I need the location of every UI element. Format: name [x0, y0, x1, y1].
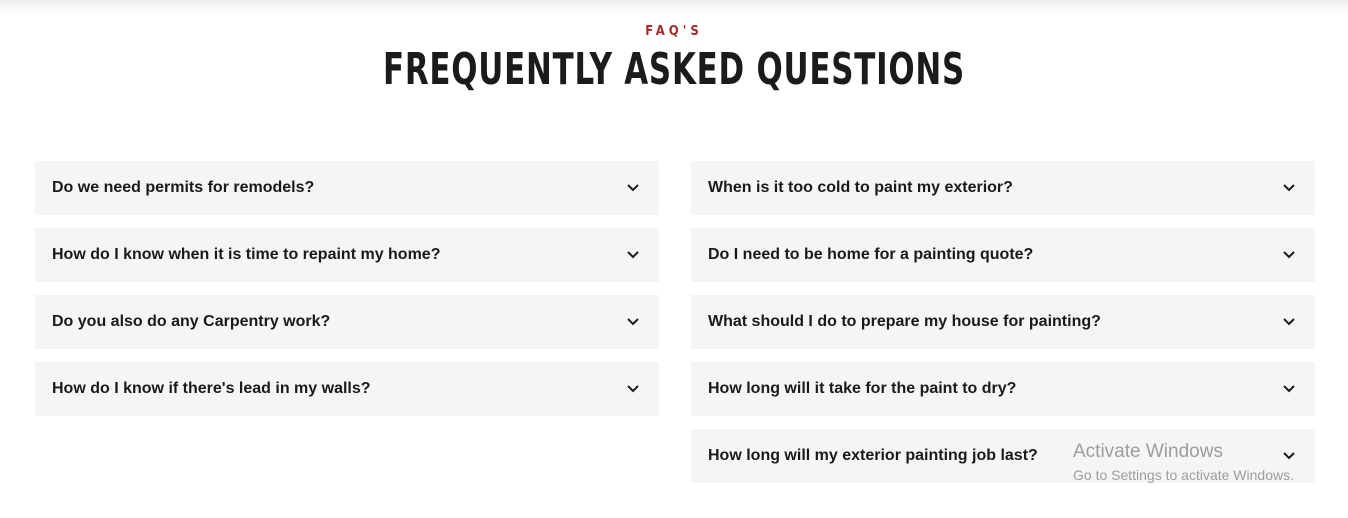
faq-question: How do I know when it is time to repaint…: [52, 246, 441, 263]
faq-item[interactable]: How long will it take for the paint to d…: [691, 362, 1315, 416]
section-title: FREQUENTLY ASKED QUESTIONS: [382, 44, 966, 95]
chevron-down-icon: [1283, 251, 1295, 259]
chevron-down-icon: [1283, 318, 1295, 326]
chevron-down-icon: [627, 184, 639, 192]
faq-question: Do I need to be home for a painting quot…: [708, 246, 1034, 263]
faq-question: How long will it take for the paint to d…: [708, 380, 1017, 397]
faq-column-left: Do we need permits for remodels? How do …: [35, 161, 659, 429]
faq-question: How long will my exterior painting job l…: [708, 447, 1038, 464]
chevron-down-icon: [627, 385, 639, 393]
faq-item[interactable]: How do I know if there's lead in my wall…: [35, 362, 659, 416]
chevron-down-icon: [627, 251, 639, 259]
chevron-down-icon: [1283, 452, 1295, 460]
section-eyebrow: FAQ'S: [645, 24, 703, 39]
faq-item[interactable]: Do you also do any Carpentry work?: [35, 295, 659, 349]
faq-question: Do you also do any Carpentry work?: [52, 313, 331, 330]
faq-item[interactable]: How long will my exterior painting job l…: [691, 429, 1315, 483]
faq-question: How do I know if there's lead in my wall…: [52, 380, 371, 397]
faq-question: What should I do to prepare my house for…: [708, 313, 1101, 330]
faq-question: Do we need permits for remodels?: [52, 179, 315, 196]
chevron-down-icon: [1283, 385, 1295, 393]
faq-item[interactable]: How do I know when it is time to repaint…: [35, 228, 659, 282]
faq-item[interactable]: What should I do to prepare my house for…: [691, 295, 1315, 349]
faq-item[interactable]: Do we need permits for remodels?: [35, 161, 659, 215]
chevron-down-icon: [627, 318, 639, 326]
faq-item[interactable]: Do I need to be home for a painting quot…: [691, 228, 1315, 282]
header-shadow: [0, 0, 1348, 14]
faq-item[interactable]: When is it too cold to paint my exterior…: [691, 161, 1315, 215]
faq-column-right: When is it too cold to paint my exterior…: [691, 161, 1315, 496]
chevron-down-icon: [1283, 184, 1295, 192]
faq-question: When is it too cold to paint my exterior…: [708, 179, 1013, 196]
